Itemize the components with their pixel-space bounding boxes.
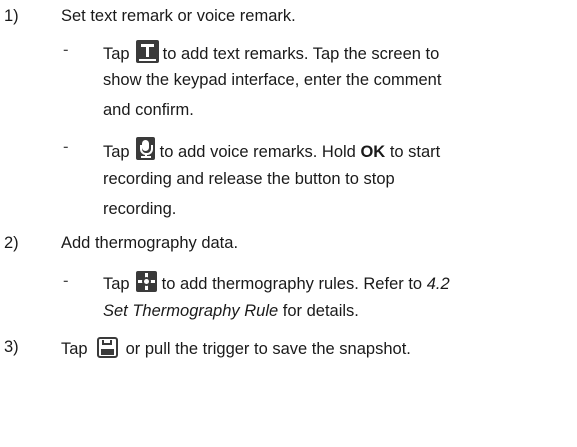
step-text-row: Tap or pull the trigger to save the snap… <box>61 337 411 359</box>
bullet-continuation: recording. <box>103 199 176 219</box>
step-text: Add thermography data. <box>61 234 239 252</box>
bullet-dash: - <box>63 272 69 290</box>
bullet-mid: to add thermography rules. Refer to <box>161 275 423 293</box>
bullet-text-line3: recording. <box>103 200 177 218</box>
bullet-continuation: recording and release the button to stop <box>103 169 395 189</box>
text-t-icon <box>135 40 159 63</box>
bullet-text: Tap to add voice remarks. Hold OK to sta… <box>103 137 440 162</box>
bullet-text: Tap to add text remarks. Tap the screen … <box>103 40 439 64</box>
bullet-text-line2: recording and release the button to stop <box>103 170 395 188</box>
tap-word: Tap <box>103 143 130 161</box>
section-ref-number: 4.2 <box>426 275 450 293</box>
step-text: or pull the trigger to save the snapshot… <box>125 340 411 358</box>
step-text: Set text remark or voice remark. <box>61 7 296 25</box>
bullet-continuation: show the keypad interface, enter the com… <box>103 70 441 90</box>
ok-bold: OK <box>360 143 386 161</box>
tap-word: Tap <box>103 275 130 293</box>
bullet-mid: to add voice remarks. Hold <box>159 143 356 161</box>
bullet-end: for details. <box>282 302 359 320</box>
bullet-end: to start <box>389 143 441 161</box>
thermography-rule-icon <box>135 271 157 292</box>
save-icon <box>96 337 118 358</box>
step-number: 2) <box>4 234 19 252</box>
tap-word: Tap <box>103 45 130 63</box>
bullet-text-line3: and confirm. <box>103 101 194 119</box>
microphone-icon <box>135 137 155 160</box>
bullet-dash: - <box>63 41 69 59</box>
bullet-suffix: to add text remarks. Tap the screen to <box>162 45 440 63</box>
bullet-text-line2: show the keypad interface, enter the com… <box>103 71 442 89</box>
bullet-dash: - <box>63 138 69 156</box>
tap-word: Tap <box>61 340 88 358</box>
bullet-continuation: and confirm. <box>103 100 194 120</box>
step-number: 1) <box>4 7 19 25</box>
bullet-continuation: Set Thermography Rule for details. <box>103 301 359 321</box>
step-number: 3) <box>4 338 19 356</box>
bullet-text: Tap to add thermography rules. Refer to … <box>103 271 450 294</box>
section-ref-title: Set Thermography Rule <box>103 302 279 320</box>
